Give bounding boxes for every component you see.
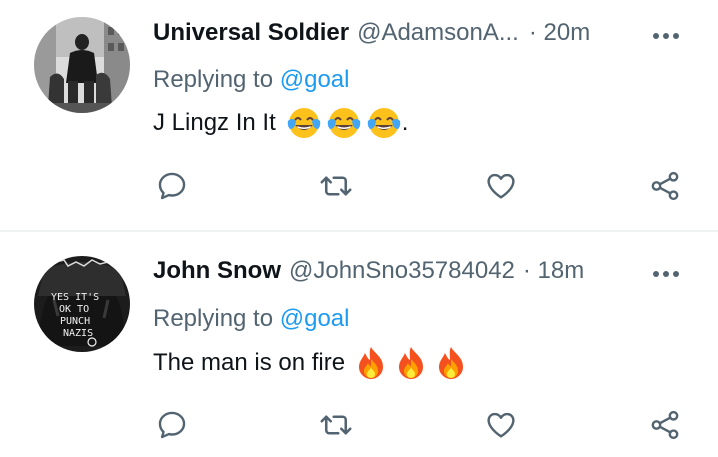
like-button[interactable] bbox=[481, 166, 521, 206]
share-icon bbox=[651, 171, 679, 201]
retweet-button[interactable] bbox=[316, 166, 356, 206]
tweet-header: Universal Soldier @AdamsonA... · 20m bbox=[153, 16, 688, 50]
tweet-actions bbox=[0, 166, 718, 206]
replying-to-link[interactable]: @goal bbox=[280, 66, 350, 93]
avatar-text-line: OK TO bbox=[59, 304, 89, 315]
tweet-header: John Snow @JohnSno35784042 · 18m bbox=[153, 254, 688, 288]
avatar-text-line: YES IT'S bbox=[51, 292, 99, 303]
tweet-text: J Lingz In It . bbox=[153, 104, 408, 142]
tweet[interactable]: YES IT'S OK TO PUNCH NAZIS John Snow @Jo… bbox=[0, 232, 718, 457]
more-horizontal-icon bbox=[653, 33, 679, 39]
more-horizontal-icon bbox=[653, 271, 679, 277]
avatar-text-line: PUNCH bbox=[60, 316, 90, 327]
replying-to: Replying to @goal bbox=[153, 66, 350, 94]
share-button[interactable] bbox=[645, 166, 685, 206]
share-button[interactable] bbox=[645, 405, 685, 445]
reply-button[interactable] bbox=[152, 405, 192, 445]
reply-icon bbox=[158, 411, 186, 439]
avatar-image bbox=[34, 17, 130, 113]
fire-icon bbox=[399, 347, 424, 379]
avatar[interactable]: YES IT'S OK TO PUNCH NAZIS bbox=[34, 256, 130, 352]
tweet-actions bbox=[0, 405, 718, 445]
avatar[interactable] bbox=[34, 17, 130, 113]
display-name[interactable]: John Snow bbox=[153, 257, 281, 285]
replying-to: Replying to @goal bbox=[153, 305, 350, 333]
face-with-tears-of-joy-icon bbox=[327, 108, 360, 138]
more-options-button[interactable] bbox=[650, 258, 682, 290]
tweet-text-suffix: . bbox=[401, 109, 409, 136]
user-handle[interactable]: @AdamsonA... bbox=[357, 19, 519, 47]
retweet-icon bbox=[320, 415, 352, 435]
timestamp[interactable]: · 20m bbox=[529, 19, 590, 47]
reply-button[interactable] bbox=[152, 166, 192, 206]
reply-icon bbox=[158, 172, 186, 200]
user-handle[interactable]: @JohnSno35784042 bbox=[289, 257, 515, 285]
heart-icon bbox=[487, 173, 515, 199]
fire-icon bbox=[359, 347, 384, 379]
retweet-button[interactable] bbox=[316, 405, 356, 445]
retweet-icon bbox=[320, 176, 352, 196]
display-name[interactable]: Universal Soldier bbox=[153, 19, 349, 47]
replying-to-link[interactable]: @goal bbox=[280, 305, 350, 332]
replying-to-label: Replying to bbox=[153, 66, 274, 93]
replying-to-label: Replying to bbox=[153, 305, 274, 332]
fire-icon bbox=[439, 347, 464, 379]
face-with-tears-of-joy-icon bbox=[287, 108, 320, 138]
timestamp[interactable]: · 18m bbox=[523, 257, 584, 285]
avatar-text-line: NAZIS bbox=[63, 328, 93, 339]
tweet-text-content: J Lingz In It bbox=[153, 109, 276, 136]
tweet-text: The man is on fire bbox=[153, 344, 469, 382]
tweet[interactable]: Universal Soldier @AdamsonA... · 20m Rep… bbox=[0, 0, 718, 230]
like-button[interactable] bbox=[481, 405, 521, 445]
heart-icon bbox=[487, 412, 515, 438]
more-options-button[interactable] bbox=[650, 20, 682, 52]
face-with-tears-of-joy-icon bbox=[367, 108, 400, 138]
avatar-image: YES IT'S OK TO PUNCH NAZIS bbox=[34, 256, 130, 352]
tweet-text-content: The man is on fire bbox=[153, 349, 346, 376]
share-icon bbox=[651, 410, 679, 440]
